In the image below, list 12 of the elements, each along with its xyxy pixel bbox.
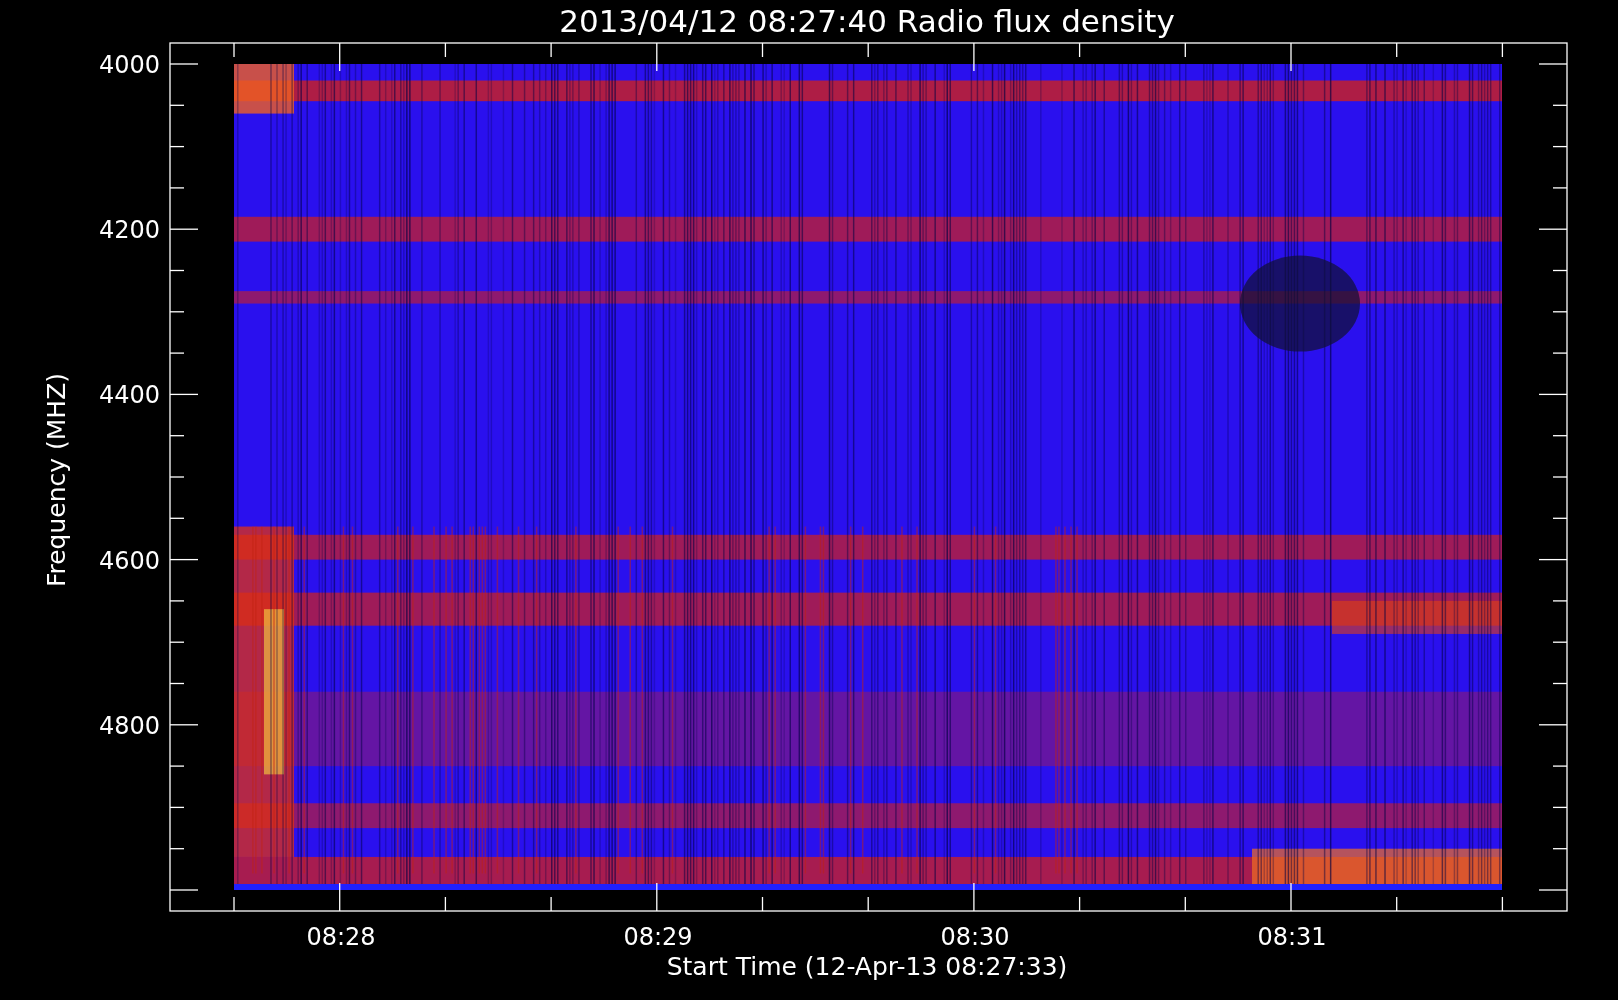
x-tick-label: 08:29	[623, 923, 693, 951]
chart-title: 2013/04/12 08:27:40 Radio flux density	[559, 3, 1175, 39]
y-tick-label: 4000	[98, 51, 160, 79]
y-tick-label: 4800	[98, 711, 160, 740]
x-tick-label: 08:31	[1257, 923, 1327, 951]
x-tick-label: 08:30	[940, 923, 1010, 951]
y-tick-label: 4600	[98, 546, 160, 575]
y-axis-label: Frequency (MHZ)	[42, 372, 71, 588]
x-tick-label: 08:28	[306, 923, 376, 951]
y-tick-label: 4400	[98, 381, 160, 410]
x-axis-label: Start Time (12-Apr-13 08:27:33)	[666, 952, 1068, 981]
y-tick-label: 4200	[98, 216, 160, 245]
